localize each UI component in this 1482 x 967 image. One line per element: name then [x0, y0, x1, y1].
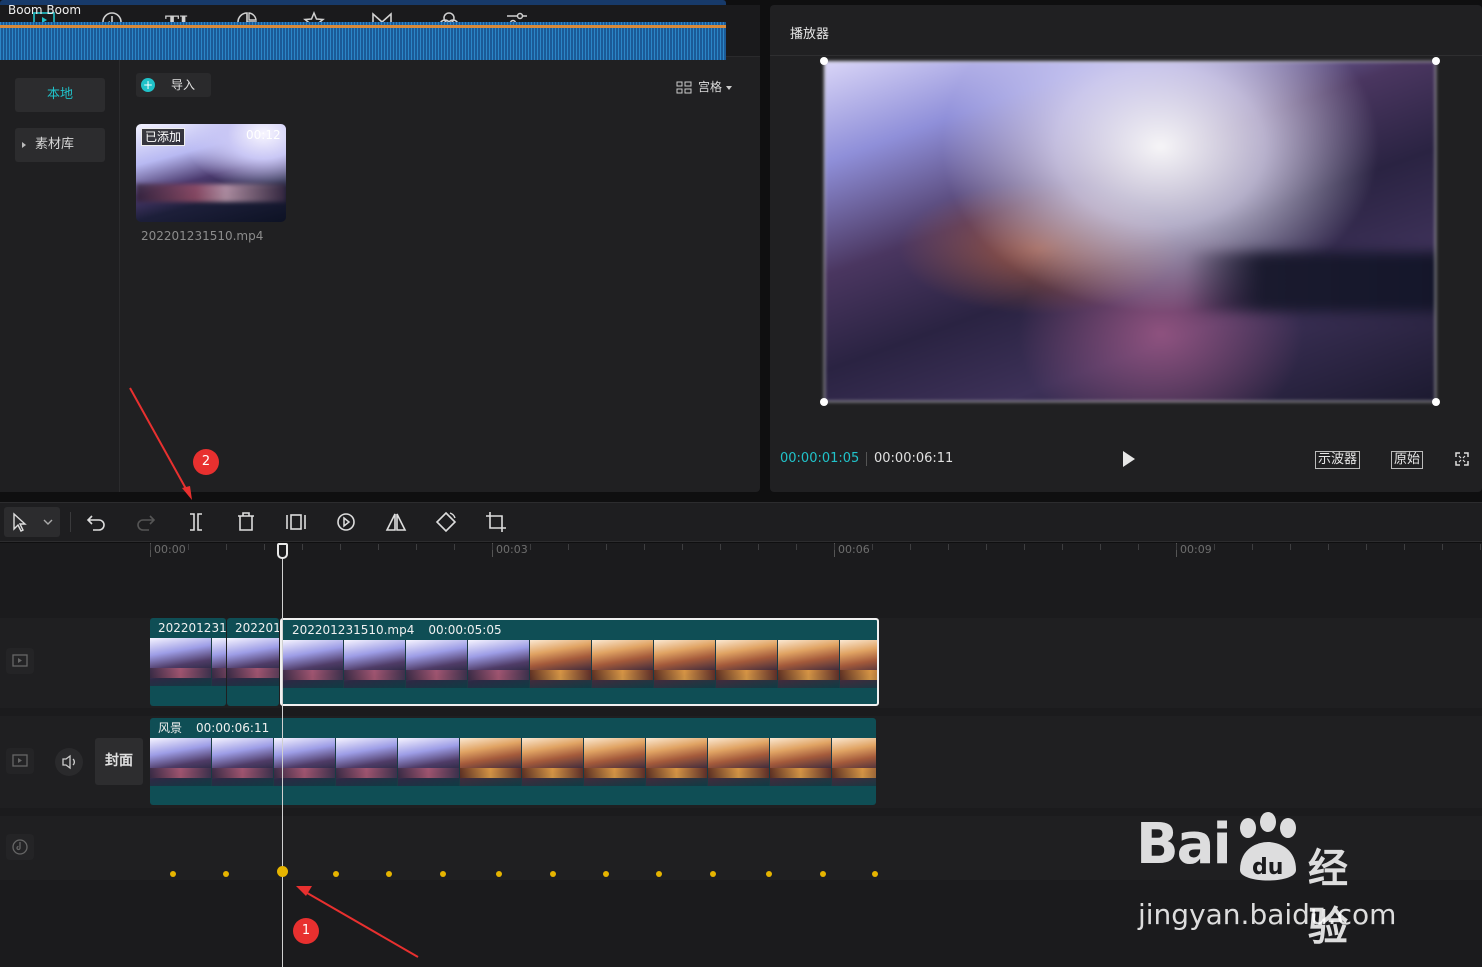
paw-logo-icon: du [1240, 812, 1296, 881]
annotation-marker-1: 1 [293, 918, 319, 944]
annotation-marker-2: 2 [193, 449, 219, 475]
svg-text:du: du [1252, 855, 1283, 880]
